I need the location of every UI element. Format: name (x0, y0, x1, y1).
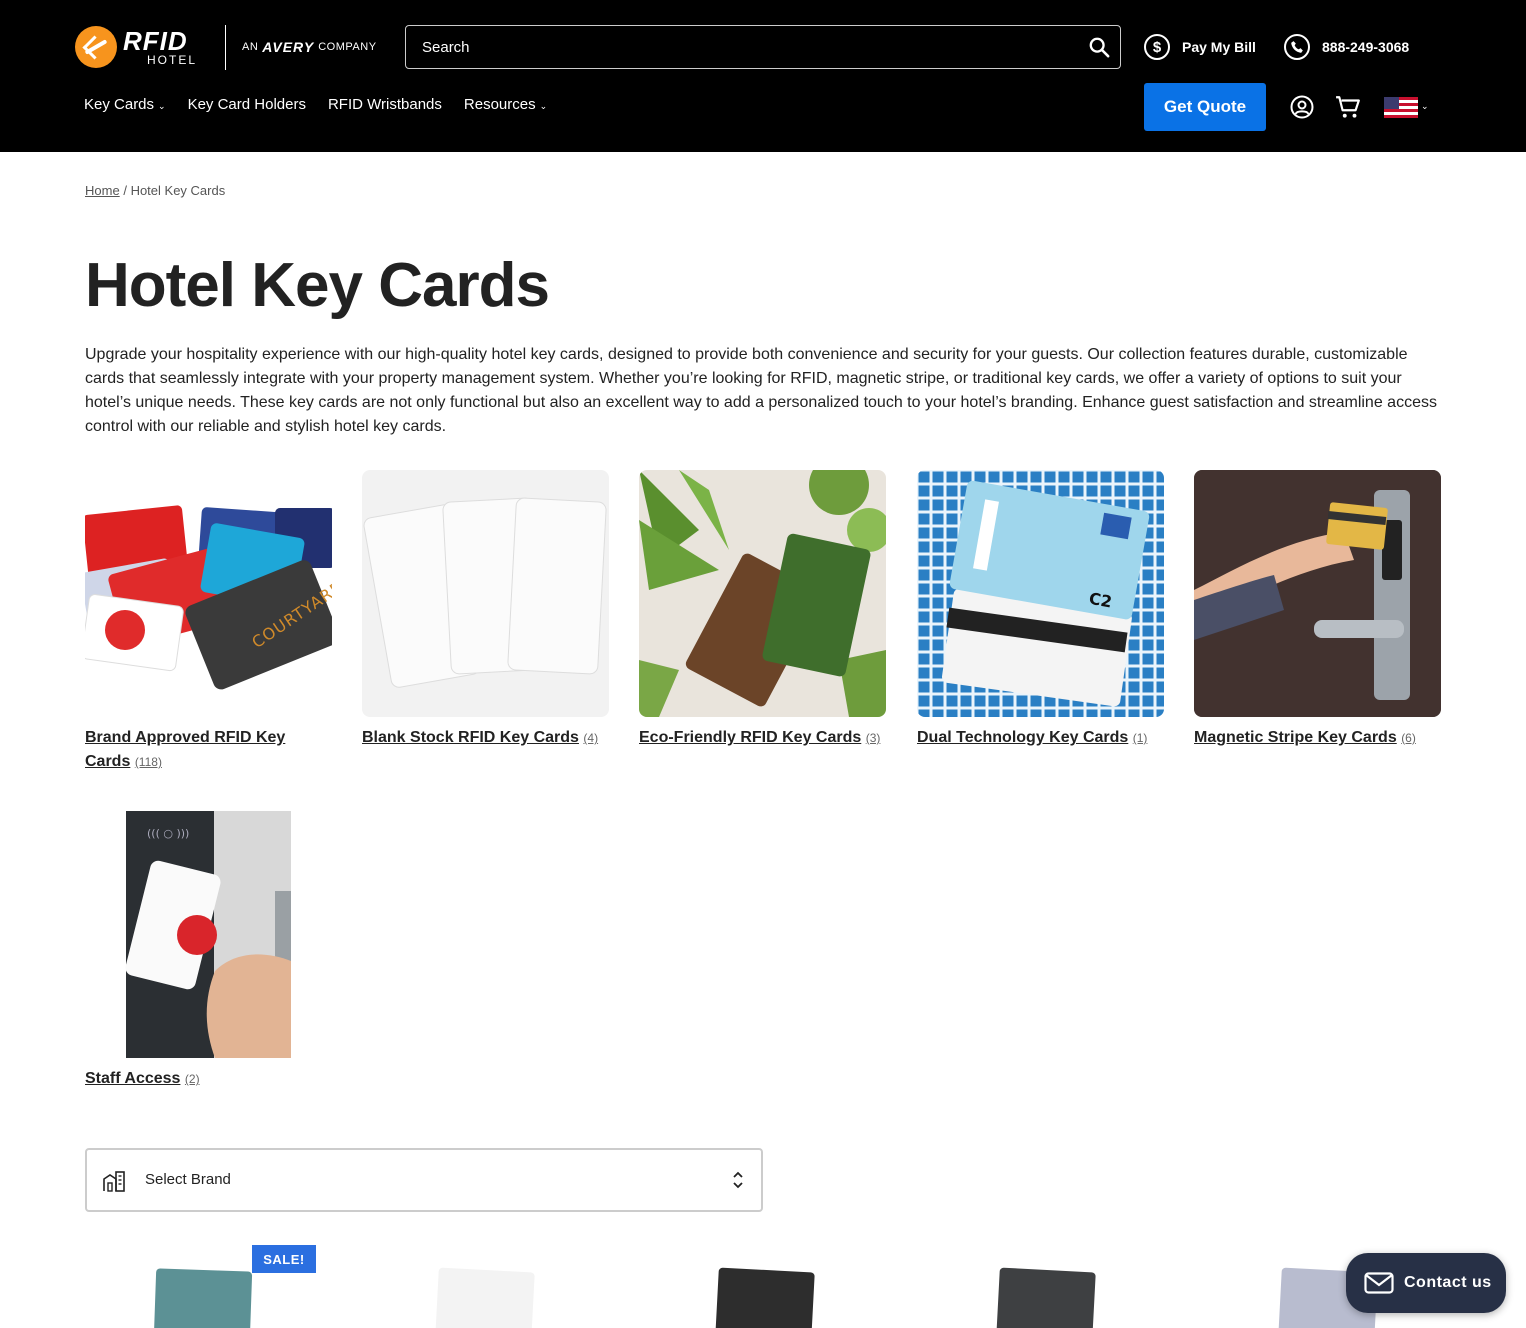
cart-icon[interactable] (1335, 94, 1361, 120)
svg-text:((( ○ ))): ((( ○ ))) (147, 827, 189, 840)
breadcrumb-home-link[interactable]: Home (85, 183, 120, 198)
pay-my-bill-link[interactable]: $ Pay My Bill (1144, 32, 1256, 62)
avery-company-logo: AN AVERY COMPANY (242, 39, 377, 55)
category-image[interactable]: C2 (917, 470, 1164, 717)
contact-us-button[interactable]: Contact us (1346, 1253, 1506, 1313)
category-count: (2) (184, 1072, 200, 1086)
logo-sub-text: HOTEL (147, 53, 198, 67)
page-title: Hotel Key Cards (85, 251, 550, 320)
page-intro: Upgrade your hospitality experience with… (85, 346, 1437, 435)
contact-us-label: Contact us (1404, 1274, 1492, 1291)
breadcrumb-separator: / (123, 183, 127, 198)
category-image[interactable]: COURTYARD (85, 470, 332, 717)
category-image[interactable]: ((( ○ ))) (85, 811, 332, 1058)
breadcrumb-current: Hotel Key Cards (130, 183, 226, 198)
nav-key-cards[interactable]: Key Cards ⌄ (84, 96, 166, 113)
svg-text:C2: C2 (1088, 589, 1114, 612)
rfid-hotel-logo[interactable]: RFID HOTEL (75, 24, 197, 70)
nav-rfid-wristbands[interactable]: RFID Wristbands (328, 96, 442, 113)
category-name: Eco-Friendly RFID Key Cards (639, 729, 862, 746)
partner-prefix: AN (242, 41, 259, 53)
pay-my-bill-label: Pay My Bill (1182, 39, 1256, 55)
category-title[interactable]: Staff Access (2) (85, 1067, 332, 1091)
product-thumbnail[interactable] (435, 1267, 535, 1328)
select-brand-dropdown[interactable]: Select Brand (85, 1148, 763, 1212)
category-count: (1) (1132, 731, 1148, 745)
phone-number: 888-249-3068 (1322, 39, 1410, 55)
chevron-down-icon[interactable]: ⌄ (1421, 101, 1429, 112)
category-title[interactable]: Magnetic Stripe Key Cards (6) (1194, 726, 1441, 750)
category-count: (6) (1401, 731, 1416, 745)
building-icon (103, 1171, 125, 1192)
partner-suffix: COMPANY (318, 41, 377, 53)
category-image[interactable] (1194, 470, 1441, 717)
nav-resources-label: Resources (463, 96, 536, 113)
category-name: Dual Technology Key Cards (917, 729, 1129, 746)
category-image[interactable] (639, 470, 886, 717)
product-thumbnail[interactable] (153, 1268, 253, 1328)
chevron-down-icon: ⌄ (539, 100, 548, 111)
nav-rfid-wristbands-label: RFID Wristbands (327, 96, 442, 113)
select-brand-label: Select Brand (145, 1171, 231, 1188)
category-image[interactable] (362, 470, 609, 717)
sale-badge: SALE! (252, 1245, 316, 1273)
logo-brand-text: RFID (123, 26, 188, 56)
nav-key-card-holders[interactable]: Key Card Holders (188, 96, 306, 113)
category-title[interactable]: Blank Stock RFID Key Cards (4) (362, 726, 609, 750)
category-name: Staff Access (85, 1070, 181, 1087)
site-header: RFID HOTEL AN AVERY COMPANY $ Pay My Bil… (0, 0, 1526, 152)
chevron-down-icon: ⌄ (158, 100, 166, 111)
phone-link[interactable]: 888-249-3068 (1284, 32, 1409, 62)
search-box (405, 25, 1121, 69)
logo-mark-icon (75, 26, 117, 68)
category-title[interactable]: Dual Technology Key Cards (1) (917, 726, 1164, 750)
logo-divider (225, 25, 226, 70)
dollar-icon: $ (1144, 34, 1170, 60)
account-icon[interactable] (1290, 95, 1314, 119)
product-thumbnail[interactable] (715, 1267, 815, 1328)
breadcrumb: Home / Hotel Key Cards (85, 183, 225, 198)
category-title[interactable]: Eco-Friendly RFID Key Cards (3) (639, 726, 886, 750)
us-flag-icon[interactable] (1384, 97, 1418, 118)
main-nav: Key Cards ⌄ Key Card Holders RFID Wristb… (84, 96, 547, 113)
category-count: (118) (134, 755, 162, 769)
mail-icon (1364, 1272, 1394, 1294)
nav-key-card-holders-label: Key Card Holders (187, 96, 306, 113)
category-count: (3) (865, 731, 881, 745)
search-icon[interactable] (1088, 36, 1110, 58)
category-name: Brand Approved RFID Key Cards (85, 729, 286, 770)
category-count: (4) (583, 731, 599, 745)
nav-resources[interactable]: Resources ⌄ (464, 96, 547, 113)
category-title[interactable]: Brand Approved RFID Key Cards (118) (85, 726, 332, 774)
category-name: Blank Stock RFID Key Cards (362, 729, 579, 746)
select-updown-icon (733, 1171, 743, 1189)
nav-key-cards-label: Key Cards (84, 96, 155, 113)
phone-icon (1284, 34, 1310, 60)
partner-name: AVERY (262, 39, 315, 55)
get-quote-button[interactable]: Get Quote (1144, 83, 1266, 131)
product-thumbnail[interactable] (996, 1267, 1096, 1328)
category-name: Magnetic Stripe Key Cards (1194, 729, 1397, 746)
search-input[interactable] (406, 26, 1076, 68)
